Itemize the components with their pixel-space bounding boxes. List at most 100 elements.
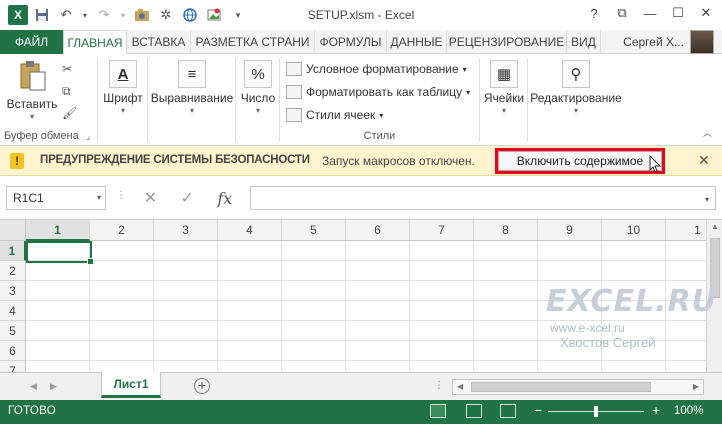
- sheet-tab-list1[interactable]: Лист1: [101, 372, 161, 398]
- cells-group: ▦ Ячейки ▾: [480, 58, 528, 142]
- format-as-table-button[interactable]: Форматировать как таблицу ▾: [286, 85, 470, 99]
- insert-function-icon[interactable]: fx: [217, 189, 232, 208]
- window-controls: ? ⧉ — ☐ ✕: [582, 2, 718, 24]
- tab-data[interactable]: ДАННЫЕ: [387, 30, 447, 54]
- cells-icon: ▦: [490, 60, 518, 88]
- ribbon-tabs: ФАЙЛ ГЛАВНАЯ ВСТАВКА РАЗМЕТКА СТРАНИ ФОР…: [0, 30, 722, 55]
- dialog-launcher-icon[interactable]: ⌟: [86, 131, 90, 141]
- font-button[interactable]: A Шрифт ▾: [100, 60, 146, 115]
- column-header[interactable]: 3: [154, 220, 218, 241]
- paste-icon: [20, 61, 46, 91]
- expand-formula-icon[interactable]: ▾: [705, 195, 709, 204]
- drag-handle-icon[interactable]: ⋮: [116, 190, 126, 201]
- column-header[interactable]: 7: [410, 220, 474, 241]
- ribbon-display-icon[interactable]: ⧉: [610, 2, 634, 24]
- page-break-view-icon[interactable]: [500, 404, 516, 418]
- enable-content-button[interactable]: Включить содержимое: [498, 151, 662, 171]
- binoculars-icon: ⚲: [562, 60, 590, 88]
- format-painter-icon[interactable]: 🖌: [62, 106, 77, 120]
- cancel-icon[interactable]: ✕: [144, 188, 157, 208]
- row-header[interactable]: 5: [0, 321, 26, 341]
- ribbon: Вставить ▾ ✂ ⧉ 🖌 Буфер обмена ⌟ A Шрифт …: [0, 54, 722, 146]
- cell-styles-button[interactable]: Стили ячеек ▾: [286, 108, 383, 122]
- chevron-down-icon: ▾: [573, 106, 578, 115]
- row-header[interactable]: 4: [0, 301, 26, 321]
- scroll-up-icon[interactable]: ▲: [707, 222, 722, 231]
- page-layout-view-icon[interactable]: [466, 404, 482, 418]
- font-label: Шрифт: [103, 91, 143, 105]
- tab-insert[interactable]: ВСТАВКА: [127, 30, 191, 54]
- conditional-formatting-label: Условное форматирование: [306, 62, 459, 76]
- editing-button[interactable]: ⚲ Редактирование ▾: [530, 60, 622, 115]
- zoom-in-button[interactable]: +: [652, 402, 660, 418]
- name-box[interactable]: R1C1 ▾: [6, 186, 106, 210]
- chevron-down-icon: ▾: [462, 64, 467, 74]
- font-group: A Шрифт ▾: [98, 58, 148, 142]
- alignment-button[interactable]: ≡ Выравнивание ▾: [150, 60, 234, 115]
- close-icon[interactable]: ✕: [698, 152, 710, 169]
- row-header[interactable]: 3: [0, 281, 26, 301]
- row-header[interactable]: 2: [0, 261, 26, 281]
- collapse-ribbon-icon[interactable]: ︿: [703, 126, 712, 139]
- cells-button[interactable]: ▦ Ячейки ▾: [482, 60, 526, 115]
- paste-button[interactable]: Вставить ▾: [6, 60, 58, 121]
- security-warning-message: Запуск макросов отключен.: [322, 154, 475, 168]
- normal-view-icon[interactable]: [430, 404, 446, 418]
- column-header[interactable]: 9: [538, 220, 602, 241]
- row-header[interactable]: 7: [0, 361, 26, 372]
- alignment-label: Выравнивание: [150, 91, 234, 105]
- horizontal-scrollbar[interactable]: ◀ ▶: [452, 379, 704, 395]
- number-button[interactable]: % Число ▾: [238, 60, 278, 115]
- tab-view[interactable]: ВИД: [567, 30, 601, 54]
- help-icon[interactable]: ?: [582, 2, 606, 24]
- next-sheet-icon[interactable]: ▶: [50, 381, 57, 392]
- conditional-formatting-button[interactable]: Условное форматирование ▾: [286, 62, 467, 76]
- column-header[interactable]: 10: [602, 220, 666, 241]
- zoom-out-button[interactable]: −: [534, 402, 542, 418]
- tab-review[interactable]: РЕЦЕНЗИРОВАНИЕ: [447, 30, 567, 54]
- chevron-down-icon: ▾: [466, 87, 471, 97]
- font-icon: A: [109, 60, 137, 88]
- formula-input[interactable]: ▾: [250, 186, 716, 210]
- cell-styles-icon: [286, 108, 302, 122]
- splitter-handle-icon[interactable]: ⋮: [434, 380, 444, 391]
- scroll-left-icon[interactable]: ◀: [457, 382, 463, 391]
- enter-icon[interactable]: ✓: [181, 188, 194, 208]
- column-header[interactable]: 1: [26, 220, 90, 241]
- column-header[interactable]: 5: [282, 220, 346, 241]
- add-sheet-icon[interactable]: +: [194, 378, 210, 394]
- formula-buttons: ✕ ✓ fx: [132, 186, 244, 210]
- clipboard-group-label: Буфер обмена ⌟: [4, 130, 91, 142]
- user-account[interactable]: Сергей Х...: [623, 30, 714, 54]
- styles-group: Условное форматирование ▾ Форматировать …: [280, 58, 480, 142]
- active-cell[interactable]: [26, 241, 94, 265]
- zoom-level[interactable]: 100%: [674, 405, 703, 417]
- enable-content-highlight: Включить содержимое: [495, 148, 665, 174]
- select-all-corner[interactable]: [0, 220, 26, 241]
- copy-icon[interactable]: ⧉: [62, 84, 71, 99]
- column-header[interactable]: 6: [346, 220, 410, 241]
- zoom-slider-thumb[interactable]: [594, 406, 598, 417]
- row-header[interactable]: 1: [0, 241, 26, 261]
- percent-icon: %: [244, 60, 272, 88]
- format-as-table-label: Форматировать как таблицу: [306, 85, 463, 99]
- row-header[interactable]: 6: [0, 341, 26, 361]
- column-header[interactable]: 2: [90, 220, 154, 241]
- tab-page-layout[interactable]: РАЗМЕТКА СТРАНИ: [191, 30, 315, 54]
- scroll-right-icon[interactable]: ▶: [693, 382, 699, 391]
- tab-home[interactable]: ГЛАВНАЯ: [63, 30, 127, 55]
- column-header[interactable]: 8: [474, 220, 538, 241]
- prev-sheet-icon[interactable]: ◀: [30, 381, 37, 392]
- column-header[interactable]: 4: [218, 220, 282, 241]
- tab-file[interactable]: ФАЙЛ: [0, 30, 63, 54]
- tab-formulas[interactable]: ФОРМУЛЫ: [315, 30, 387, 54]
- horizontal-scroll-thumb[interactable]: [471, 382, 651, 392]
- close-icon[interactable]: ✕: [694, 2, 718, 24]
- status-ready: ГОТОВО: [8, 405, 57, 417]
- security-warning-bar: ! ПРЕДУПРЕЖДЕНИЕ СИСТЕМЫ БЕЗОПАСНОСТИ За…: [0, 146, 722, 176]
- cut-icon[interactable]: ✂: [62, 62, 72, 76]
- watermark-site: www.e-xcel.ru: [550, 321, 625, 335]
- maximize-icon[interactable]: ☐: [666, 2, 690, 24]
- conditional-formatting-icon: [286, 62, 302, 76]
- minimize-icon[interactable]: —: [638, 2, 662, 24]
